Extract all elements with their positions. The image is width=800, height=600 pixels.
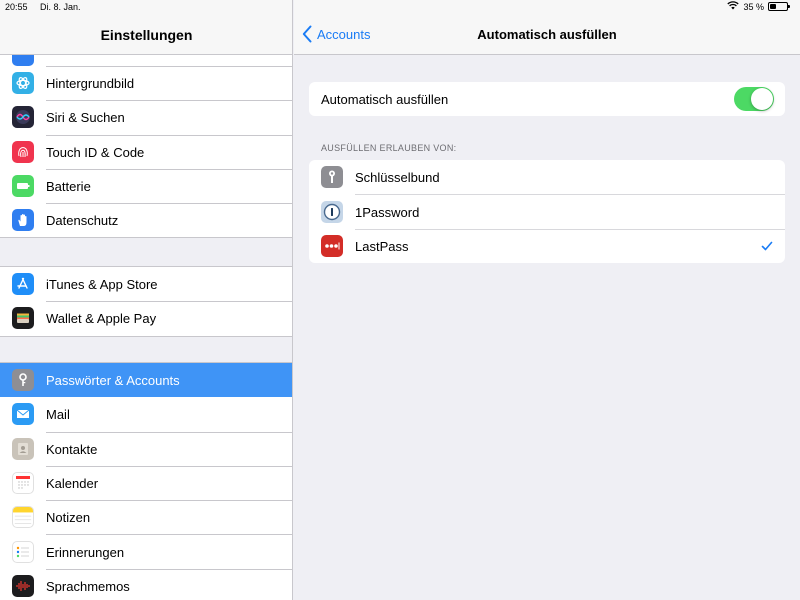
detail-pane: Accounts Automatisch ausfüllen Automatis…: [294, 0, 800, 600]
sidebar-item-privacy[interactable]: Datenschutz: [0, 203, 292, 237]
status-date: Di. 8. Jan.: [40, 2, 81, 12]
autofill-toggle[interactable]: [734, 87, 774, 111]
provider-label: 1Password: [355, 194, 785, 228]
voice-memos-icon: [12, 574, 34, 597]
page-title: Automatisch ausfüllen: [477, 27, 617, 42]
sidebar-item-label: Kontakte: [46, 431, 292, 466]
sidebar-item-label: Erinnerungen: [46, 534, 292, 568]
fingerprint-icon: [12, 140, 34, 163]
status-bar: 20:55 Di. 8. Jan. 35 %: [0, 0, 800, 14]
mail-icon: [12, 403, 34, 426]
autofill-label: Automatisch ausfüllen: [321, 91, 449, 107]
sidebar-item-label: Passwörter & Accounts: [46, 372, 180, 388]
sidebar-item-siri[interactable]: Siri & Suchen: [0, 100, 292, 134]
status-time: 20:55: [5, 2, 28, 12]
reminders-icon: [12, 540, 34, 563]
sidebar-item-label: Sprachmemos: [46, 568, 292, 600]
sidebar-group-1: Hintergrundbild Siri & Suchen Touch ID &…: [0, 36, 292, 239]
contacts-icon: [12, 437, 34, 460]
provider-row-1password[interactable]: 1Password: [309, 194, 785, 228]
sidebar-item-touch-id[interactable]: Touch ID & Code: [0, 134, 292, 169]
sidebar-item-wallet[interactable]: Wallet & Apple Pay: [0, 301, 292, 335]
sidebar-item-reminders[interactable]: Erinnerungen: [0, 534, 292, 568]
sidebar-title: Einstellungen: [100, 27, 193, 43]
provider-row-keychain[interactable]: Schlüsselbund: [309, 160, 785, 194]
sidebar-item-contacts[interactable]: Kontakte: [0, 431, 292, 466]
provider-row-lastpass[interactable]: LastPass: [309, 228, 785, 263]
provider-label: Schlüsselbund: [355, 169, 440, 185]
sidebar-item-mail[interactable]: Mail: [0, 397, 292, 431]
sidebar-item-voice-memos[interactable]: Sprachmemos: [0, 568, 292, 600]
app-store-icon: [12, 273, 34, 296]
sidebar-item-label: Batterie: [46, 168, 292, 203]
sidebar-item-label: Wallet & Apple Pay: [46, 301, 292, 335]
battery-icon: [12, 175, 34, 198]
sidebar-item-app-store[interactable]: iTunes & App Store: [0, 267, 292, 301]
sidebar-item-label: Hintergrundbild: [46, 66, 292, 100]
sidebar-item-passwords-accounts[interactable]: Passwörter & Accounts: [0, 363, 292, 398]
sidebar-item-wallpaper[interactable]: Hintergrundbild: [0, 66, 292, 100]
provider-label: LastPass: [355, 228, 785, 263]
sidebar-item-label: Datenschutz: [46, 203, 292, 237]
sidebar-group-2: iTunes & App Store Wallet & Apple Pay: [0, 266, 292, 337]
hand-icon: [12, 209, 34, 232]
status-indicators: 35 %: [727, 1, 790, 12]
providers-card: Schlüsselbund 1Password LastPass: [309, 160, 785, 264]
wifi-icon: [727, 1, 740, 12]
battery-percent: 35 %: [743, 1, 764, 12]
autofill-row: Automatisch ausfüllen: [309, 82, 785, 116]
keychain-icon: [321, 166, 343, 189]
siri-icon: [12, 106, 34, 129]
autofill-card: Automatisch ausfüllen: [309, 82, 785, 116]
sidebar-item-notes[interactable]: Notizen: [0, 500, 292, 534]
onepassword-icon: [321, 200, 343, 223]
sidebar-item-label: Notizen: [46, 500, 292, 534]
toggle-knob: [751, 88, 773, 110]
section-header: AUSFÜLLEN ERLAUBEN VON:: [321, 143, 457, 153]
lastpass-icon: [321, 234, 343, 257]
battery-indicator-icon: [768, 2, 790, 11]
sidebar-item-label: iTunes & App Store: [46, 276, 158, 292]
calendar-icon: [12, 472, 34, 495]
sidebar-item-label: Mail: [46, 407, 70, 423]
wallpaper-icon: [12, 72, 34, 95]
settings-sidebar: Einstellungen Hintergrundbild Siri & Suc…: [0, 0, 293, 600]
checkmark-icon: [761, 241, 773, 251]
notes-icon: [12, 506, 34, 529]
wallet-icon: [12, 307, 34, 330]
sidebar-item-label: Siri & Suchen: [46, 100, 292, 134]
key-icon: [12, 369, 34, 392]
sidebar-group-3: Passwörter & Accounts Mail Kontakte Kale…: [0, 362, 292, 600]
sidebar-item-calendar[interactable]: Kalender: [0, 465, 292, 500]
battery-level: [770, 4, 776, 9]
sidebar-item-battery[interactable]: Batterie: [0, 168, 292, 203]
sidebar-item-label: Touch ID & Code: [46, 134, 292, 169]
sidebar-item-label: Kalender: [46, 465, 292, 500]
